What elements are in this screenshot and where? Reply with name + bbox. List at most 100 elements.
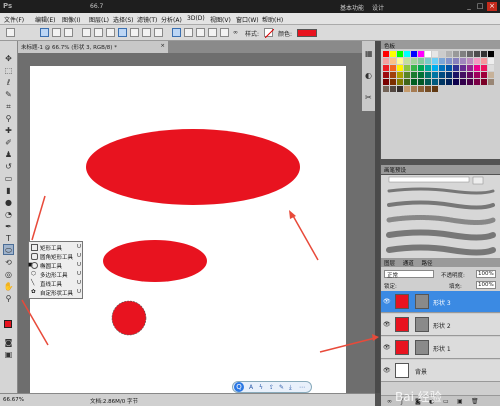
palette-icon[interactable]: ▦ — [365, 49, 375, 59]
workspace-design-button[interactable]: 设计 — [372, 3, 384, 12]
delete-layer-icon[interactable]: 🗑 — [471, 398, 479, 405]
layer-name[interactable]: 形状 1 — [433, 344, 451, 353]
gradient-tool-icon[interactable]: ▮ — [3, 185, 14, 196]
layer-row[interactable]: 👁 背景 — [381, 360, 500, 382]
restore-button[interactable]: □ — [475, 2, 485, 11]
tool-preset-picker[interactable] — [6, 28, 15, 37]
zoom-display[interactable]: 66.7 — [90, 3, 103, 10]
shape-layers-button[interactable] — [40, 28, 49, 37]
style-picker[interactable] — [264, 28, 274, 38]
layer-name[interactable]: 形状 3 — [433, 298, 451, 307]
eyedropper-tool-icon[interactable]: ⚲ — [3, 113, 14, 124]
canvas[interactable] — [30, 66, 346, 400]
rectangle-shape-button[interactable] — [106, 28, 115, 37]
foreground-color-swatch[interactable] — [4, 320, 12, 328]
document-tab[interactable]: 未标题-1 @ 66.7% (形状 3, RGB/8) * × — [18, 41, 168, 53]
text-icon[interactable]: A — [249, 384, 253, 391]
quick-select-tool-icon[interactable]: ✎ — [3, 89, 14, 100]
layer-name[interactable]: 背景 — [415, 367, 427, 376]
line-shape-button[interactable] — [142, 28, 151, 37]
opacity-input[interactable]: 100% — [476, 270, 496, 278]
pen-tool-icon[interactable]: ✒ — [3, 221, 14, 232]
menu-item-layer[interactable]: 图层(L) — [89, 15, 109, 24]
menu-item-3d[interactable]: 3D(D) — [187, 15, 205, 22]
menu-item-filter[interactable]: 滤镜(T) — [137, 15, 157, 24]
type-tool-icon[interactable]: T — [3, 233, 14, 244]
fill-pixels-button[interactable] — [64, 28, 73, 37]
blur-tool-icon[interactable]: ● — [3, 197, 14, 208]
menu-item-file[interactable]: 文件(F) — [4, 15, 24, 24]
exclude-mode-button[interactable] — [220, 28, 229, 37]
ellipse-tool-icon[interactable]: ⬭ — [3, 244, 14, 255]
menu-item-view[interactable]: 视图(V) — [210, 15, 231, 24]
screen-mode-icon[interactable]: ▣ — [3, 349, 14, 360]
link-icon[interactable]: ∞ — [233, 29, 238, 36]
polygon-shape-button[interactable] — [130, 28, 139, 37]
minimize-button[interactable]: _ — [464, 2, 474, 11]
tools-icon[interactable]: ✂ — [365, 93, 375, 103]
eye-icon[interactable]: 👁 — [383, 367, 391, 374]
menu-item-image[interactable]: 图像(I) — [62, 15, 80, 24]
layer-name[interactable]: 形状 2 — [433, 321, 451, 330]
eye-icon[interactable]: 👁 — [383, 344, 391, 351]
layer-row[interactable]: 👁 形状 3 — [381, 291, 500, 313]
stamp-tool-icon[interactable]: ♟ — [3, 149, 14, 160]
marquee-tool-icon[interactable]: ⬚ — [3, 65, 14, 76]
freeform-pen-button[interactable] — [94, 28, 103, 37]
brush-tool-icon[interactable]: ✐ — [3, 137, 14, 148]
menu-item-edit[interactable]: 编辑(E) — [35, 15, 55, 24]
link-layers-icon[interactable]: ∞ — [387, 398, 392, 405]
eye-icon[interactable]: 👁 — [383, 298, 391, 305]
document-close-icon[interactable]: × — [160, 43, 165, 49]
flyout-rectangle-tool[interactable]: 矩形工具 U — [31, 244, 83, 252]
eraser-tool-icon[interactable]: ▭ — [3, 173, 14, 184]
subtract-mode-button[interactable] — [196, 28, 205, 37]
hand-tool-icon[interactable]: ✋ — [3, 281, 14, 292]
move-tool-icon[interactable]: ✥ — [3, 53, 14, 64]
menu-item-window[interactable]: 窗口(W) — [236, 15, 259, 24]
fill-input[interactable]: 100% — [476, 281, 496, 289]
search-icon[interactable]: Q — [234, 382, 244, 392]
adjust-icon[interactable]: ◐ — [365, 71, 375, 81]
close-button[interactable]: × — [487, 2, 497, 11]
workspace-basic-button[interactable]: 基本功能 — [340, 3, 364, 12]
translate-icon[interactable]: ϟ — [259, 384, 263, 391]
flyout-line-tool[interactable]: ╲ 直线工具 U — [31, 280, 83, 288]
3d-rotate-tool-icon[interactable]: ⟲ — [3, 257, 14, 268]
3d-orbit-tool-icon[interactable]: ◎ — [3, 269, 14, 280]
color-swatch[interactable] — [297, 29, 317, 37]
flyout-custom-shape-tool[interactable]: ✿ 自定形状工具 U — [31, 289, 83, 297]
eye-icon[interactable]: 👁 — [383, 321, 391, 328]
crop-tool-icon[interactable]: ⌗ — [3, 101, 14, 112]
new-layer-mode-button[interactable] — [172, 28, 181, 37]
ellipse-shape-button[interactable] — [118, 28, 127, 37]
healing-tool-icon[interactable]: ✚ — [3, 125, 14, 136]
brush-stroke-list[interactable] — [381, 175, 500, 258]
brush-presets-tab[interactable]: 画笔预设 — [384, 168, 406, 174]
download-icon[interactable]: ⤓ — [289, 384, 292, 392]
menu-item-analysis[interactable]: 分析(A) — [161, 15, 182, 24]
add-mode-button[interactable] — [184, 28, 193, 37]
lasso-tool-icon[interactable]: ℓ — [3, 77, 14, 88]
quick-mask-icon[interactable]: ◙ — [3, 337, 14, 348]
menu-item-help[interactable]: 帮助(H) — [262, 15, 283, 24]
swatch-grid[interactable] — [383, 51, 500, 101]
new-layer-icon[interactable]: ▣ — [457, 398, 463, 405]
layer-row[interactable]: 👁 形状 2 — [381, 314, 500, 336]
flyout-ellipse-tool[interactable]: ■ 椭圆工具 U — [28, 262, 83, 270]
pen-tool-button[interactable] — [82, 28, 91, 37]
menu-item-select[interactable]: 选择(S) — [113, 15, 134, 24]
intersect-mode-button[interactable] — [208, 28, 217, 37]
more-icon[interactable]: ⋯ — [299, 384, 305, 391]
dodge-tool-icon[interactable]: ◔ — [3, 209, 14, 220]
layer-row[interactable]: 👁 形状 1 — [381, 337, 500, 359]
history-brush-icon[interactable]: ↺ — [3, 161, 14, 172]
custom-shape-button[interactable] — [154, 28, 163, 37]
new-group-icon[interactable]: ▭ — [443, 398, 449, 405]
blend-mode-select[interactable]: 正常 — [384, 270, 434, 279]
share-icon[interactable]: ⇪ — [269, 384, 274, 391]
zoom-tool-icon[interactable]: ⚲ — [3, 293, 14, 304]
flyout-polygon-tool[interactable]: ⬡ 多边形工具 U — [31, 271, 83, 279]
status-zoom[interactable]: 66.67% — [3, 397, 24, 403]
paths-button[interactable] — [52, 28, 61, 37]
